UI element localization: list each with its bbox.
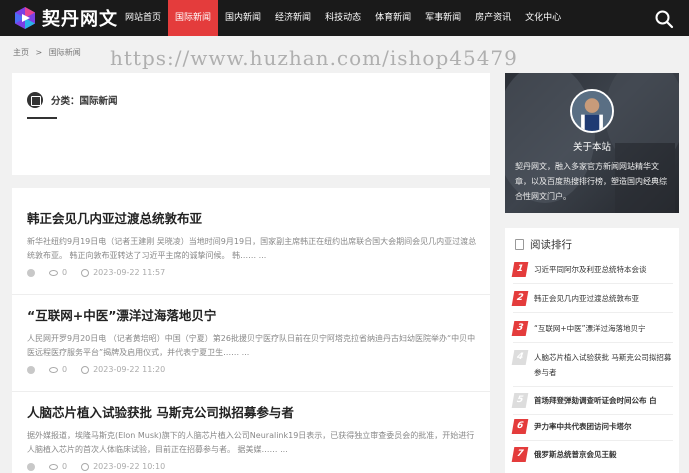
category-title: 分类：国际新闻 [51, 96, 118, 107]
about-title: 关于本站 [572, 142, 611, 153]
article-title[interactable]: “互联网+中医”漂洋过海落地贝宁 [27, 305, 477, 324]
eye-icon [49, 366, 58, 373]
ranking-item[interactable]: 2 韩正会见几内亚过渡总统敦布亚 [511, 291, 673, 306]
divider [513, 386, 673, 387]
article-title[interactable]: 人脑芯片植入试验获批 马斯克公司拟招募参与者 [27, 402, 477, 421]
list-item: “互联网+中医”漂洋过海落地贝宁 人民网开罗9月20日电 （记者黄培昭）中国（宁… [27, 305, 477, 374]
article-meta: 0 2023-09-22 11:20 [27, 365, 477, 374]
divider [12, 294, 490, 295]
about-description: 契丹网文，融入多家官方新闻网站精华文章，以及百度热搜排行榜，塑造国内经典综合性网… [515, 162, 667, 201]
rank-number: 6 [511, 419, 529, 434]
eye-icon [49, 463, 58, 470]
rank-title[interactable]: 尹力率中共代表团访问卡塔尔 [534, 419, 632, 434]
about-card: 关于本站 契丹网文，融入多家官方新闻网站精华文章，以及百度热搜排行榜，塑造国内经… [505, 73, 679, 213]
article-date: 2023-09-22 11:20 [93, 365, 166, 374]
ranking-panel: 阅读排行 1 习近平同阿尔及利亚总统特本会谈 2 韩正会见几内亚过渡总统敦布亚 … [505, 228, 679, 473]
ranking-header: 阅读排行 [515, 237, 572, 252]
rank-title[interactable]: 习近平同阿尔及利亚总统特本会谈 [534, 262, 647, 277]
ranking-item[interactable]: 1 习近平同阿尔及利亚总统特本会谈 [511, 262, 673, 277]
breadcrumb: 主页 > 国际新闻 [13, 47, 85, 58]
ranking-item[interactable]: 6 尹力率中共代表团访问卡塔尔 [511, 419, 673, 434]
watermark: https://www.huzhan.com/ishop45479 [110, 46, 518, 70]
divider [12, 391, 490, 392]
article-views: 0 [62, 462, 68, 471]
avatar [570, 89, 614, 133]
article-views: 0 [62, 365, 68, 374]
divider [513, 414, 673, 415]
nav-item-domestic[interactable]: 国内新闻 [218, 0, 268, 36]
search-icon[interactable] [654, 9, 674, 29]
nav-item-tech[interactable]: 科技动态 [318, 0, 368, 36]
category-underline [27, 117, 57, 119]
rank-title[interactable]: 韩正会见几内亚过渡总统敦布亚 [534, 291, 639, 306]
divider [513, 283, 673, 284]
rank-number: 4 [511, 350, 529, 365]
clock-icon [81, 268, 90, 277]
list-item: 韩正会见几内亚过渡总统敦布亚 新华社纽约9月19日电（记者王建刚 吴晓凌）当地时… [27, 208, 477, 277]
document-icon [515, 239, 524, 250]
site-name: 契丹网文 [42, 9, 118, 30]
rank-title[interactable]: 人脑芯片植入试验获批 马斯克公司拟招募参与者 [534, 350, 673, 380]
main-nav: 网站首页 国际新闻 国内新闻 经济新闻 科技动态 体育新闻 军事新闻 房产资讯 … [118, 0, 568, 36]
clock-icon [81, 462, 90, 471]
site-logo[interactable]: 契丹网文 [13, 5, 118, 31]
article-title[interactable]: 韩正会见几内亚过渡总统敦布亚 [27, 208, 477, 227]
nav-item-military[interactable]: 军事新闻 [418, 0, 468, 36]
nav-item-home[interactable]: 网站首页 [118, 0, 168, 36]
ranking-title: 阅读排行 [530, 239, 572, 251]
divider [513, 440, 673, 441]
divider [513, 342, 673, 343]
divider [513, 312, 673, 313]
article-excerpt: 新华社纽约9月19日电（记者王建刚 吴晓凌）当地时间9月19日，国家副主席韩正在… [27, 237, 477, 260]
ranking-item[interactable]: 5 首场拜登弹劾调查听证会时间公布 白 [511, 393, 673, 408]
top-navbar: 契丹网文 网站首页 国际新闻 国内新闻 经济新闻 科技动态 体育新闻 军事新闻 … [0, 0, 689, 36]
rank-number: 2 [511, 291, 529, 306]
rank-title[interactable]: 首场拜登弹劾调查听证会时间公布 白 [534, 393, 657, 408]
rank-number: 3 [511, 321, 529, 336]
nav-item-realestate[interactable]: 房产资讯 [468, 0, 518, 36]
author-icon [27, 268, 35, 277]
rank-number: 5 [511, 393, 529, 408]
article-meta: 0 2023-09-22 11:57 [27, 268, 477, 277]
ranking-item[interactable]: 4 人脑芯片植入试验获批 马斯克公司拟招募参与者 [511, 350, 673, 380]
author-icon [27, 462, 35, 471]
category-header: 分类：国际新闻 [27, 92, 118, 108]
author-icon [27, 365, 35, 374]
nav-item-culture[interactable]: 文化中心 [518, 0, 568, 36]
article-views: 0 [62, 268, 68, 277]
article-excerpt: 人民网开罗9月20日电 （记者黄培昭）中国（宁夏）第26批援贝宁医疗队日前在贝宁… [27, 334, 476, 357]
ranking-item[interactable]: 7 俄罗斯总统普京会见王毅 [511, 447, 673, 462]
rank-number: 1 [511, 262, 529, 277]
list-item: 人脑芯片植入试验获批 马斯克公司拟招募参与者 据外媒报道，埃隆马斯克(Elon … [27, 402, 477, 471]
eye-icon [49, 269, 58, 276]
breadcrumb-separator: > [35, 48, 43, 57]
nav-item-sports[interactable]: 体育新闻 [368, 0, 418, 36]
category-panel: 分类：国际新闻 [12, 73, 490, 175]
rank-title[interactable]: “互联网+中医”漂洋过海落地贝宁 [534, 321, 646, 336]
article-date: 2023-09-22 10:10 [93, 462, 166, 471]
rank-number: 7 [511, 447, 529, 462]
ranking-item[interactable]: 3 “互联网+中医”漂洋过海落地贝宁 [511, 321, 673, 336]
logo-icon [15, 7, 35, 29]
breadcrumb-current: 国际新闻 [48, 48, 81, 57]
nav-item-international[interactable]: 国际新闻 [168, 0, 219, 36]
breadcrumb-home[interactable]: 主页 [13, 48, 29, 57]
nav-item-economy[interactable]: 经济新闻 [268, 0, 318, 36]
category-icon [27, 92, 43, 108]
clock-icon [81, 365, 90, 374]
article-list: 韩正会见几内亚过渡总统敦布亚 新华社纽约9月19日电（记者王建刚 吴晓凌）当地时… [12, 188, 490, 473]
article-excerpt: 据外媒报道，埃隆马斯克(Elon Musk)旗下的人脑芯片植入公司Neurali… [27, 431, 475, 454]
article-meta: 0 2023-09-22 10:10 [27, 462, 477, 471]
rank-title[interactable]: 俄罗斯总统普京会见王毅 [534, 447, 617, 462]
article-date: 2023-09-22 11:57 [93, 268, 166, 277]
